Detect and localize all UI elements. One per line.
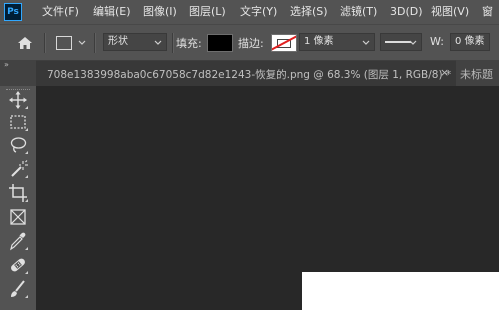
home-icon[interactable] xyxy=(16,34,34,52)
close-icon[interactable]: × xyxy=(440,66,449,79)
frame-tool-icon[interactable] xyxy=(7,207,29,227)
lasso-tool-icon[interactable] xyxy=(7,135,29,155)
document-tabs: 708e1383998aba0c67058c7d82e1243-恢复的.png … xyxy=(0,60,499,86)
magic-wand-tool-icon[interactable] xyxy=(7,159,29,179)
marquee-tool-icon[interactable] xyxy=(7,112,29,132)
menu-bar: Ps 文件(F) 编辑(E) 图像(I) 图层(L) 文字(Y) 选择(S) 滤… xyxy=(0,0,499,24)
eyedropper-tool-icon[interactable] xyxy=(7,231,29,251)
fill-color-swatch[interactable] xyxy=(207,34,233,52)
stroke-width-value: 1 像素 xyxy=(304,36,334,47)
chevron-down-icon xyxy=(154,40,162,45)
width-value: 0 像素 xyxy=(455,36,485,47)
tool-mode-select[interactable]: 形状 xyxy=(103,33,167,51)
options-bar: 形状 填充: 描边: 1 像素 W: 0 像素 xyxy=(0,24,499,60)
rectangle-shape-icon[interactable] xyxy=(56,36,72,50)
menu-select[interactable]: 选择(S) xyxy=(290,0,328,24)
document-canvas[interactable] xyxy=(302,272,499,310)
collapse-panel-icon[interactable]: » xyxy=(4,60,9,69)
healing-brush-tool-icon[interactable] xyxy=(7,255,29,275)
menu-window[interactable]: 窗 xyxy=(482,0,493,24)
separator xyxy=(94,33,96,53)
menu-filter[interactable]: 滤镜(T) xyxy=(340,0,377,24)
fill-label: 填充: xyxy=(176,37,202,50)
tab-title: 708e1383998aba0c67058c7d82e1243-恢复的.png … xyxy=(47,69,452,81)
menu-type[interactable]: 文字(Y) xyxy=(240,0,277,24)
menu-edit[interactable]: 编辑(E) xyxy=(93,0,131,24)
stroke-width-input[interactable]: 1 像素 xyxy=(299,33,375,51)
photoshop-logo-icon[interactable]: Ps xyxy=(4,3,22,21)
tools-panel xyxy=(0,86,36,310)
separator xyxy=(172,33,174,53)
stroke-color-swatch[interactable] xyxy=(271,34,297,52)
menu-3d[interactable]: 3D(D) xyxy=(390,0,423,24)
more-tools-indicator xyxy=(25,247,28,250)
menu-image[interactable]: 图像(I) xyxy=(143,0,177,24)
brush-tool-icon[interactable] xyxy=(7,279,29,299)
tab-active-document[interactable]: 708e1383998aba0c67058c7d82e1243-恢复的.png … xyxy=(36,60,456,86)
stroke-type-select[interactable] xyxy=(380,33,422,51)
more-tools-indicator xyxy=(25,151,28,154)
chevron-down-icon xyxy=(409,40,417,45)
width-input[interactable]: 0 像素 xyxy=(450,33,490,51)
more-tools-indicator xyxy=(25,295,28,298)
move-tool-icon[interactable] xyxy=(7,90,29,110)
separator xyxy=(44,33,46,53)
more-tools-indicator xyxy=(25,128,28,131)
more-tools-indicator xyxy=(25,199,28,202)
no-stroke-icon xyxy=(272,35,296,51)
tool-mode-value: 形状 xyxy=(108,36,128,47)
more-tools-indicator xyxy=(25,106,28,109)
stroke-label: 描边: xyxy=(238,37,264,50)
chevron-down-icon[interactable] xyxy=(78,39,86,47)
width-label: W: xyxy=(430,35,444,48)
solid-line-icon xyxy=(385,41,411,43)
menu-file[interactable]: 文件(F) xyxy=(42,0,79,24)
crop-tool-icon[interactable] xyxy=(7,183,29,203)
more-tools-indicator xyxy=(25,271,28,274)
menu-layer[interactable]: 图层(L) xyxy=(189,0,226,24)
tab-untitled[interactable]: 未标题 xyxy=(460,66,493,82)
chevron-down-icon xyxy=(362,40,370,45)
more-tools-indicator xyxy=(25,175,28,178)
menu-view[interactable]: 视图(V) xyxy=(431,0,469,24)
